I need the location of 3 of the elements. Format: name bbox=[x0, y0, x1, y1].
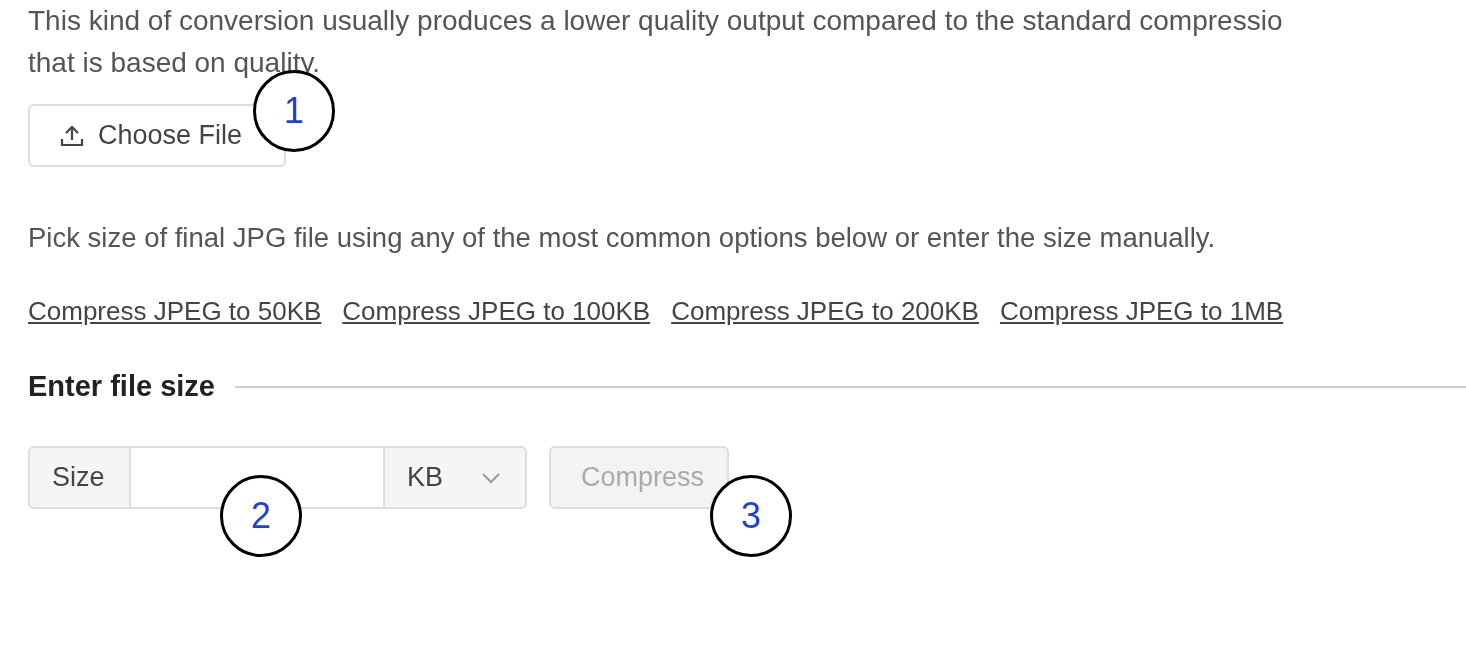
instruction-text: Pick size of final JPG file using any of the most common options below or enter the size manually. bbox=[28, 221, 1217, 255]
step-number-tooltip: 3 bbox=[710, 475, 792, 557]
section-heading: Enter file size bbox=[28, 369, 215, 405]
